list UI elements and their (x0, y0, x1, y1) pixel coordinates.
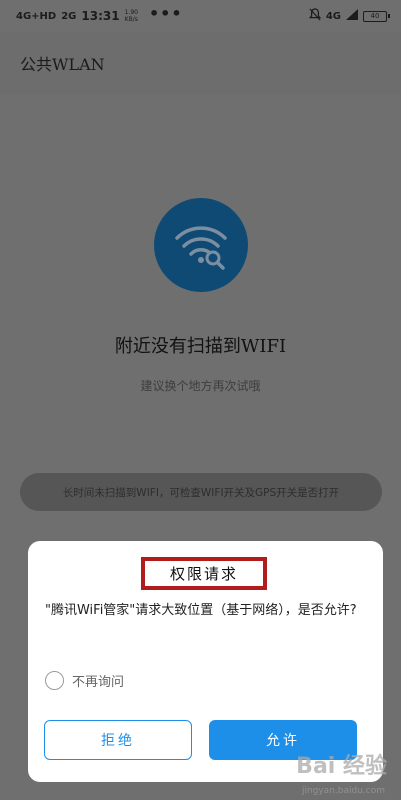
empty-state-subtitle: 建议换个地方再次试哦 (140, 379, 261, 393)
baidu-jingyan-watermark: Bai 经验 (296, 754, 387, 779)
watermark-url: jingyan.baidu.com (301, 786, 385, 796)
page-title: 公共WLAN (20, 55, 105, 74)
status-bar-left: 4G+HD 2G 13:31 1.90 KB/s ••• (16, 3, 183, 26)
dont-ask-again-option[interactable]: 不再询问 (45, 671, 124, 690)
clock: 13:31 (81, 9, 120, 23)
battery-icon: 40 (363, 10, 390, 22)
network-speed-unit: KB/s (124, 16, 138, 23)
bell-off-icon (308, 8, 322, 24)
dialog-title: 权限请求 (141, 557, 267, 590)
network-speed: 1.90 KB/s (125, 9, 138, 23)
network-4g-indicator: 4G+HD (16, 10, 57, 22)
more-notifications-icon: ••• (148, 3, 183, 23)
hint-toast: 长时间未扫描到WIFI，可检查WIFI开关及GPS开关是否打开 (20, 473, 382, 511)
status-bar-right: 4G 40 (308, 8, 390, 24)
dont-ask-again-label: 不再询问 (72, 675, 125, 690)
empty-state-title: 附近没有扫描到WIFI (114, 336, 287, 357)
permission-dialog: 权限请求 "腾讯WiFi管家"请求大致位置（基于网络），是否允许? 不再询问 拒… (28, 541, 383, 782)
deny-button[interactable]: 拒绝 (44, 720, 192, 760)
wifi-search-icon (154, 198, 248, 292)
dialog-message: "腾讯WiFi管家"请求大致位置（基于网络），是否允许? (45, 603, 357, 618)
signal-icon (346, 9, 358, 23)
network-speed-value: 1.90 (124, 9, 138, 16)
network-4g-right-indicator: 4G (325, 10, 341, 22)
dont-ask-again-radio[interactable] (45, 671, 64, 690)
status-bar: 4G+HD 2G 13:31 1.90 KB/s ••• 4G 40 (0, 0, 401, 32)
network-2g-indicator: 2G (61, 10, 77, 22)
app-bar: 公共WLAN (0, 32, 401, 94)
